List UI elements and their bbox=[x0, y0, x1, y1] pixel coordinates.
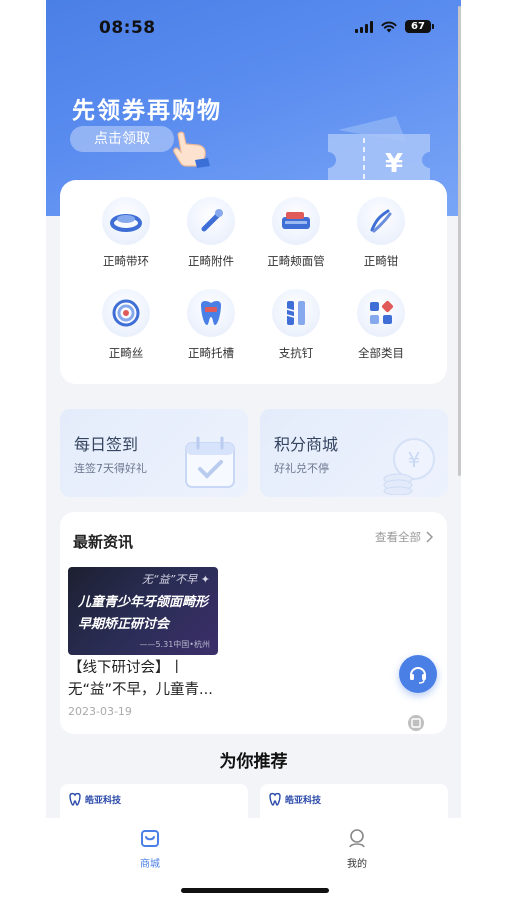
profile-icon bbox=[349, 829, 365, 848]
thumbnail-line-2: 早期矫正研讨会 bbox=[78, 617, 170, 632]
news-headline[interactable]: 【线下研讨会】丨无“益”不早，儿童青... bbox=[68, 657, 228, 701]
tab-label: 我的 bbox=[347, 859, 367, 870]
chevron-right-icon bbox=[426, 531, 433, 543]
headset-icon bbox=[410, 667, 426, 684]
status-icons: 67 bbox=[355, 20, 434, 33]
app-screen: 08:58 67 先领券再购物 点击领取 ¥ 正畸带环 正畸附件 正畸颊面管 正… bbox=[46, 0, 461, 900]
news-section: 最新资讯 查看全部 无“益”不早 ✦ 儿童青少年牙颌面畸形 早期矫正研讨会 ——… bbox=[60, 512, 447, 734]
category-wire[interactable]: 正畸丝 bbox=[81, 289, 171, 361]
category-anchor-screw[interactable]: 支抗钉 bbox=[251, 289, 341, 361]
coupon-symbol: ¥ bbox=[385, 149, 403, 179]
thumbnail-tagline: 无“益”不早 ✦ bbox=[141, 573, 210, 586]
category-label: 支抗钉 bbox=[278, 346, 314, 360]
thumbnail-footer: ——5.31中国•杭州 bbox=[139, 640, 210, 649]
category-label: 正畸颊面管 bbox=[267, 254, 325, 268]
news-date: 2023-03-19 bbox=[68, 705, 132, 718]
category-band-ring[interactable]: 正畸带环 bbox=[81, 197, 171, 269]
tab-mine[interactable]: 我的 bbox=[327, 828, 387, 870]
attachment-tool-icon bbox=[187, 197, 235, 245]
news-thumbnail[interactable]: 无“益”不早 ✦ 儿童青少年牙颌面畸形 早期矫正研讨会 ——5.31中国•杭州 bbox=[68, 567, 218, 655]
category-label: 正畸丝 bbox=[108, 346, 144, 360]
back-to-top-icon[interactable] bbox=[408, 715, 424, 731]
category-grid: 正畸带环 正畸附件 正畸颊面管 正畸钳 正畸丝 正畸托槽 支抗钉 全部类目 bbox=[60, 180, 447, 384]
pointing-hand-icon bbox=[173, 131, 210, 168]
category-label: 全部类目 bbox=[358, 346, 404, 360]
category-label: 正畸托槽 bbox=[188, 346, 234, 360]
calendar-icon bbox=[185, 436, 235, 488]
svg-text:¥: ¥ bbox=[408, 448, 421, 472]
view-all-link[interactable]: 查看全部 bbox=[375, 529, 433, 545]
tooth-logo-icon bbox=[69, 792, 81, 806]
checkin-title: 每日签到 bbox=[74, 435, 139, 454]
signal-icon bbox=[355, 20, 373, 33]
category-attachment[interactable]: 正畸附件 bbox=[166, 197, 256, 269]
category-bracket[interactable]: 正畸托槽 bbox=[166, 289, 256, 361]
customer-service-button[interactable] bbox=[399, 655, 437, 693]
checkin-subtitle: 连签7天得好礼 bbox=[74, 462, 147, 475]
category-pliers[interactable]: 正畸钳 bbox=[336, 197, 426, 269]
coins-icon: ¥ bbox=[383, 438, 435, 495]
recommend-title: 为你推荐 bbox=[219, 752, 288, 772]
brand-logo: 皓亚科技 bbox=[68, 792, 121, 806]
tab-label: 商城 bbox=[140, 859, 160, 870]
thumbnail-line-1: 儿童青少年牙颌面畸形 bbox=[78, 595, 209, 610]
anchor-screw-icon bbox=[272, 289, 320, 337]
claim-coupon-button[interactable]: 点击领取 bbox=[70, 126, 174, 152]
bracket-tooth-icon bbox=[187, 289, 235, 337]
category-all[interactable]: 全部类目 bbox=[336, 289, 426, 361]
status-time: 08:58 bbox=[99, 18, 156, 38]
category-label: 正畸钳 bbox=[363, 254, 399, 268]
shop-icon bbox=[141, 830, 159, 847]
wifi-icon bbox=[381, 21, 397, 32]
status-bar: 08:58 67 bbox=[46, 0, 461, 58]
brand-logo: 皓亚科技 bbox=[268, 792, 321, 806]
wire-icon bbox=[102, 289, 150, 337]
all-categories-icon bbox=[357, 289, 405, 337]
brand-logo-name: 皓亚科技 bbox=[85, 795, 122, 806]
battery-icon: 67 bbox=[405, 20, 434, 33]
hero-title: 先领券再购物 bbox=[72, 98, 222, 124]
bottom-tab-bar: 商城 我的 bbox=[46, 818, 461, 900]
category-label: 正畸带环 bbox=[103, 254, 149, 268]
category-buccal-tube[interactable]: 正畸颊面管 bbox=[251, 197, 341, 269]
buccal-tube-icon bbox=[272, 197, 320, 245]
scrollbar[interactable] bbox=[458, 6, 461, 476]
brand-logo-name: 皓亚科技 bbox=[285, 795, 322, 806]
view-all-label: 查看全部 bbox=[375, 530, 421, 544]
pliers-icon bbox=[357, 197, 405, 245]
tooth-logo-icon bbox=[269, 792, 281, 806]
band-ring-icon bbox=[102, 197, 150, 245]
tab-mall[interactable]: 商城 bbox=[120, 828, 180, 870]
home-indicator[interactable] bbox=[181, 888, 329, 893]
points-mall-title: 积分商城 bbox=[274, 435, 339, 454]
points-mall-card[interactable]: 积分商城 好礼兑不停 ¥ bbox=[260, 409, 448, 497]
news-section-title: 最新资讯 bbox=[73, 533, 134, 551]
daily-checkin-card[interactable]: 每日签到 连签7天得好礼 bbox=[60, 409, 248, 497]
points-mall-subtitle: 好礼兑不停 bbox=[274, 462, 329, 475]
category-label: 正畸附件 bbox=[188, 254, 234, 268]
